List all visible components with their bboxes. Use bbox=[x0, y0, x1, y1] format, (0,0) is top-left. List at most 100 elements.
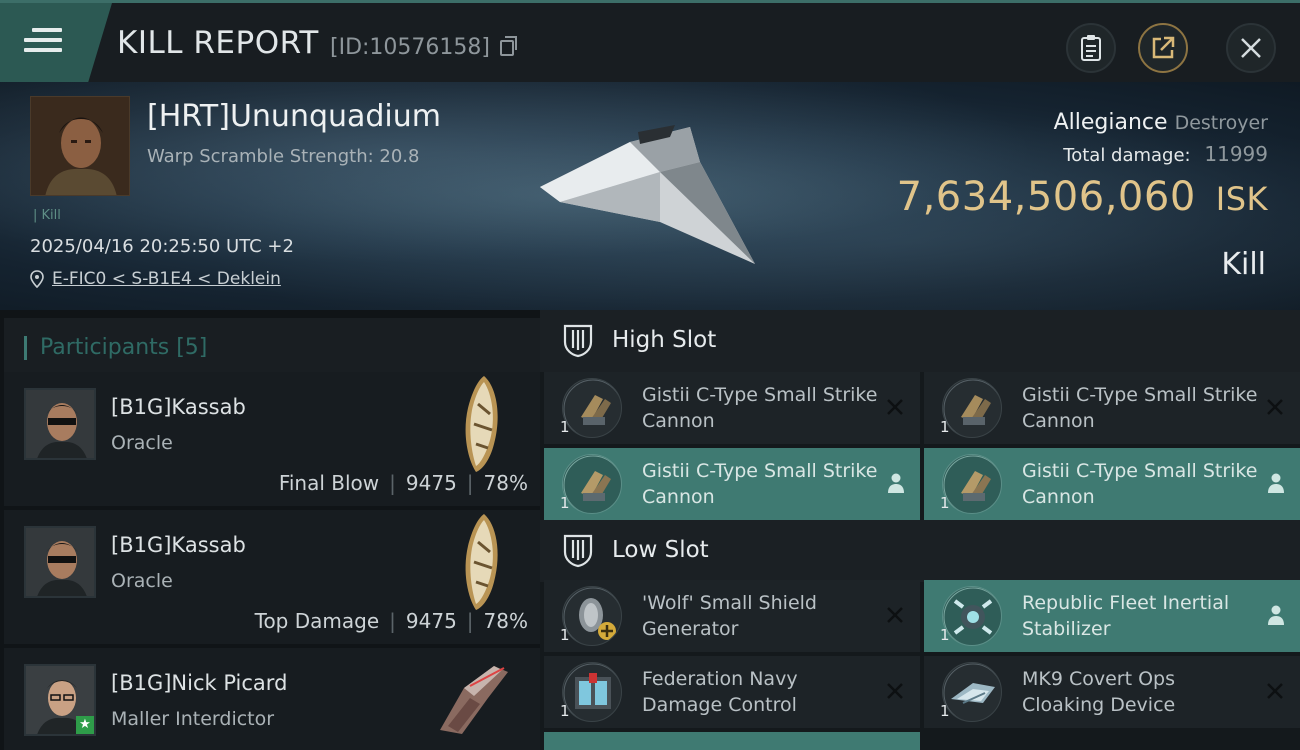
participant-ship: Oracle bbox=[111, 432, 173, 454]
cannon-icon bbox=[942, 378, 1002, 438]
destroyed-icon bbox=[887, 399, 903, 415]
participant-ship-image bbox=[465, 376, 498, 472]
participant-name: [B1G]Nick Picard bbox=[111, 671, 288, 695]
destroyed-icon bbox=[887, 607, 903, 623]
participant-ship: Maller Interdictor bbox=[111, 708, 275, 730]
item-name: 'Wolf' Small Shield Generator bbox=[642, 592, 817, 640]
fitting-item[interactable]: 1 Gistii C-Type Small Strike Cannon bbox=[544, 372, 920, 444]
inertial-stabilizer-icon bbox=[942, 586, 1002, 646]
warp-scramble-strength: Warp Scramble Strength: 20.8 bbox=[147, 146, 420, 167]
low-slot-label: Low Slot bbox=[612, 537, 709, 563]
item-quantity: 1 bbox=[940, 494, 950, 512]
participant-name: [B1G]Kassab bbox=[111, 395, 246, 419]
participant-ship: Oracle bbox=[111, 570, 173, 592]
item-quantity: 1 bbox=[940, 702, 950, 720]
share-icon bbox=[1152, 36, 1175, 59]
total-damage-value: 11999 bbox=[1204, 142, 1268, 166]
participant-damage-pct: 78% bbox=[483, 471, 528, 495]
high-slot-icon bbox=[563, 324, 593, 358]
fitting-item[interactable]: 1 Republic Fleet Inertial Stabilizer bbox=[924, 580, 1300, 652]
kill-datetime: 2025/04/16 20:25:50 UTC +2 bbox=[30, 236, 294, 257]
person-icon bbox=[888, 473, 904, 493]
star-badge-icon: ★ bbox=[76, 716, 94, 734]
fitting-item[interactable]: 1 Federation Navy Damage Control bbox=[544, 656, 920, 728]
item-name: Gistii C-Type Small Strike Cannon bbox=[1022, 384, 1258, 432]
cloaking-device-icon bbox=[942, 662, 1002, 722]
participant-stats: Top Damage | 9475 | 78% bbox=[254, 609, 528, 633]
fitting-item-partial[interactable] bbox=[544, 732, 920, 750]
ship-class: Destroyer bbox=[1174, 112, 1268, 134]
item-quantity: 1 bbox=[940, 626, 950, 644]
participant-row[interactable]: ★ [B1G]Nick Picard Maller Interdictor bbox=[4, 648, 540, 750]
participant-ship-image bbox=[440, 666, 508, 734]
allegiance-name: Allegiance bbox=[1053, 110, 1168, 135]
shield-generator-icon bbox=[562, 586, 622, 646]
cannon-icon bbox=[562, 454, 622, 514]
ship-allegiance: Allegiance Destroyer bbox=[1054, 110, 1268, 135]
location-link[interactable]: E-FIC0 < S-B1E4 < Deklein bbox=[30, 269, 281, 289]
item-name: Federation Navy Damage Control bbox=[642, 668, 798, 716]
participant-damage: 9475 bbox=[405, 609, 457, 633]
isk-amount: 7,634,506,060 bbox=[896, 174, 1196, 220]
location-pin-icon bbox=[30, 270, 44, 288]
kill-summary-banner: [HRT]Ununquadium Warp Scramble Strength:… bbox=[0, 82, 1300, 310]
low-slot-icon bbox=[563, 534, 593, 568]
item-quantity: 1 bbox=[560, 418, 570, 436]
cannon-icon bbox=[942, 454, 1002, 514]
destroyed-icon bbox=[887, 683, 903, 699]
fitting-item[interactable]: 1 Gistii C-Type Small Strike Cannon bbox=[544, 448, 920, 520]
victim-ship-image[interactable] bbox=[540, 122, 760, 272]
item-name: Republic Fleet Inertial Stabilizer bbox=[1022, 592, 1230, 640]
top-bar: KILL REPORT [ID:10576158] bbox=[0, 0, 1300, 85]
participants-label: Participants [5] bbox=[40, 335, 208, 360]
fitting-item[interactable]: 1 MK9 Covert Ops Cloaking Device bbox=[924, 656, 1300, 728]
fitting-item[interactable]: 1 'Wolf' Small Shield Generator bbox=[544, 580, 920, 652]
participant-damage: 9475 bbox=[405, 471, 457, 495]
cannon-icon bbox=[562, 378, 622, 438]
isk-value: 7,634,506,060 ISK bbox=[897, 174, 1268, 220]
damage-control-icon bbox=[562, 662, 622, 722]
participant-role: Final Blow bbox=[278, 471, 380, 495]
item-quantity: 1 bbox=[940, 418, 950, 436]
person-icon bbox=[1268, 605, 1284, 625]
fitting-item[interactable]: 1 Gistii C-Type Small Strike Cannon bbox=[924, 448, 1300, 520]
menu-icon[interactable] bbox=[24, 28, 62, 56]
participants-header[interactable]: Participants [5] bbox=[4, 318, 540, 376]
high-slot-header: High Slot bbox=[540, 310, 1300, 372]
clipboard-icon bbox=[1081, 35, 1101, 61]
item-name: Gistii C-Type Small Strike Cannon bbox=[1022, 460, 1258, 508]
high-slot-label: High Slot bbox=[612, 327, 717, 353]
destroyed-icon bbox=[1267, 399, 1283, 415]
share-button[interactable] bbox=[1138, 23, 1188, 73]
item-name: Gistii C-Type Small Strike Cannon bbox=[642, 460, 878, 508]
isk-unit: ISK bbox=[1215, 180, 1268, 218]
fitting-item[interactable]: 1 Gistii C-Type Small Strike Cannon bbox=[924, 372, 1300, 444]
participant-avatar[interactable] bbox=[24, 388, 96, 460]
victim-avatar[interactable] bbox=[30, 96, 130, 196]
item-name: MK9 Covert Ops Cloaking Device bbox=[1022, 668, 1176, 716]
item-quantity: 1 bbox=[560, 494, 570, 512]
destroyed-icon bbox=[1267, 683, 1283, 699]
participants-panel: Participants [5] [B1G]Kassab Oracle Fina… bbox=[0, 310, 540, 750]
item-quantity: 1 bbox=[560, 626, 570, 644]
item-quantity: 1 bbox=[560, 702, 570, 720]
kill-result: Kill bbox=[1221, 247, 1266, 282]
close-button[interactable] bbox=[1226, 23, 1276, 73]
participant-avatar[interactable] bbox=[24, 526, 96, 598]
total-damage: Total damage: 11999 bbox=[1063, 142, 1268, 166]
participant-row[interactable]: [B1G]Kassab Oracle Final Blow | 9475 | 78% bbox=[4, 372, 540, 506]
low-slot-header: Low Slot bbox=[540, 520, 1300, 582]
clipboard-button[interactable] bbox=[1066, 23, 1116, 73]
item-name: Gistii C-Type Small Strike Cannon bbox=[642, 384, 878, 432]
close-icon bbox=[1241, 38, 1261, 58]
participant-role: Top Damage bbox=[254, 609, 380, 633]
person-icon bbox=[1268, 473, 1284, 493]
report-id: [ID:10576158] bbox=[330, 35, 490, 60]
page-title: KILL REPORT bbox=[117, 25, 319, 61]
participant-row[interactable]: [B1G]Kassab Oracle Top Damage | 9475 | 78% bbox=[4, 510, 540, 644]
participant-avatar[interactable]: ★ bbox=[24, 664, 96, 736]
copy-icon[interactable] bbox=[500, 36, 517, 56]
participant-ship-image bbox=[465, 514, 498, 610]
victim-name[interactable]: [HRT]Ununquadium bbox=[147, 99, 441, 134]
location-text[interactable]: E-FIC0 < S-B1E4 < Deklein bbox=[52, 269, 281, 289]
